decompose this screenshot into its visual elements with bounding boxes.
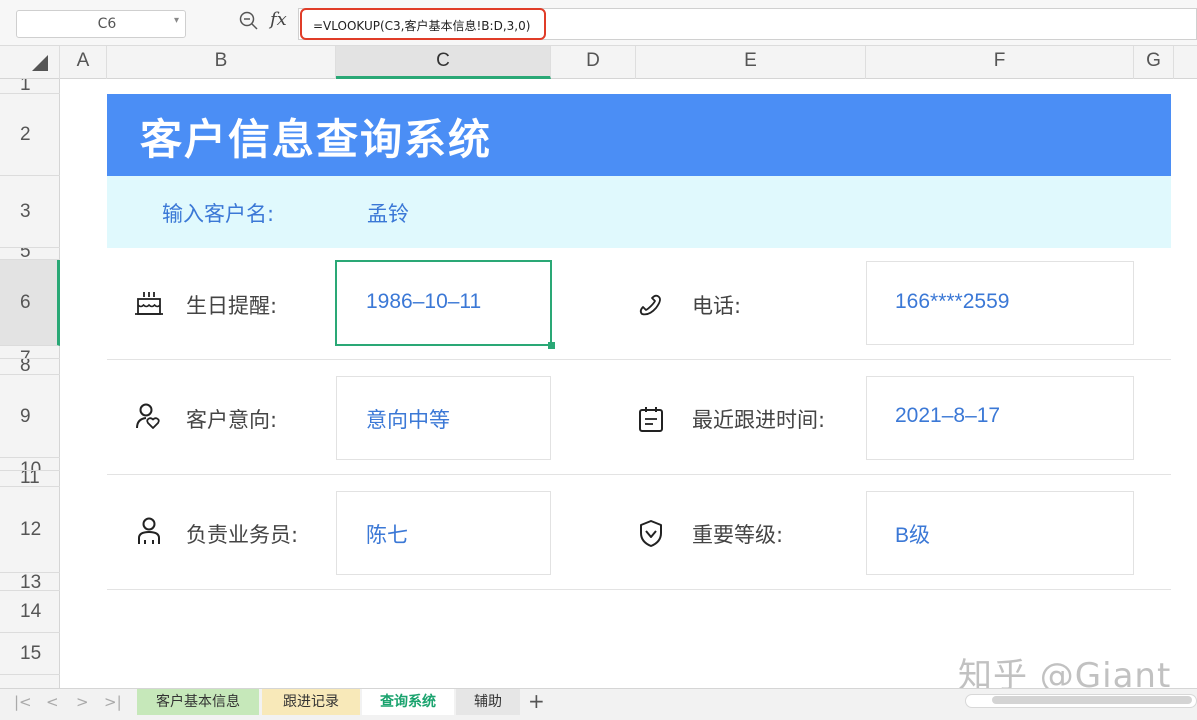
row-header-2[interactable]: 2 bbox=[0, 94, 60, 176]
tab-followup-records[interactable]: 跟进记录 bbox=[262, 689, 360, 715]
row-header-14[interactable]: 14 bbox=[0, 591, 60, 633]
fill-handle[interactable] bbox=[548, 342, 555, 349]
next-sheet-button[interactable]: > bbox=[76, 693, 89, 711]
row-header-12[interactable]: 12 bbox=[0, 487, 60, 573]
column-header-d[interactable]: D bbox=[551, 46, 636, 79]
tab-helper[interactable]: 辅助 bbox=[456, 689, 520, 715]
column-header-bar: A B C D E F G bbox=[0, 46, 1197, 79]
phone-value[interactable]: 166****2559 bbox=[895, 290, 1009, 314]
page-title: 客户信息查询系统 bbox=[140, 115, 493, 164]
row-header-5[interactable]: 5 bbox=[0, 248, 60, 260]
select-all-corner[interactable] bbox=[0, 46, 60, 79]
calendar-icon bbox=[639, 407, 663, 432]
user-heart-icon bbox=[136, 403, 160, 429]
chevron-down-icon[interactable]: ▾ bbox=[174, 15, 179, 26]
last-followup-label: 最近跟进时间: bbox=[692, 408, 826, 432]
prev-sheet-button[interactable]: < bbox=[46, 693, 59, 711]
row-divider bbox=[107, 474, 1171, 475]
last-sheet-button[interactable]: >| bbox=[104, 693, 122, 711]
cell-selection bbox=[335, 260, 552, 346]
add-sheet-button[interactable]: + bbox=[528, 689, 545, 713]
row-header-1[interactable]: 1 bbox=[0, 79, 60, 94]
column-header-a[interactable]: A bbox=[60, 46, 107, 79]
cell-reference: C6 bbox=[97, 16, 117, 32]
phone-label: 电话: bbox=[692, 294, 742, 318]
row-header-8[interactable]: 8 bbox=[0, 359, 60, 375]
intent-value[interactable]: 意向中等 bbox=[366, 404, 450, 434]
function-icon[interactable]: fx bbox=[270, 9, 287, 30]
formula-bar: C6 ▾ fx =VLOOKUP(C3,客户基本信息!B:D,3,0) bbox=[0, 0, 1197, 46]
tab-customer-info[interactable]: 客户基本信息 bbox=[137, 689, 259, 715]
person-icon bbox=[138, 517, 160, 544]
row-header-15[interactable]: 15 bbox=[0, 633, 60, 675]
name-box[interactable]: C6 ▾ bbox=[16, 10, 186, 38]
search-label: 输入客户名: bbox=[162, 202, 275, 226]
row-header-9[interactable]: 9 bbox=[0, 375, 60, 458]
row-header-13[interactable]: 13 bbox=[0, 573, 60, 591]
row-header-3[interactable]: 3 bbox=[0, 176, 60, 248]
phone-icon bbox=[639, 294, 661, 316]
row-header-10[interactable]: 10 bbox=[0, 458, 60, 471]
column-header-c[interactable]: C bbox=[336, 46, 551, 79]
salesperson-value[interactable]: 陈七 bbox=[366, 519, 408, 549]
scrollbar-thumb[interactable] bbox=[992, 696, 1192, 704]
intent-label: 客户意向: bbox=[186, 408, 278, 432]
column-header-f[interactable]: F bbox=[866, 46, 1134, 79]
cake-icon bbox=[135, 292, 163, 315]
tab-query-system[interactable]: 查询系统 bbox=[362, 689, 454, 715]
formula-text[interactable]: =VLOOKUP(C3,客户基本信息!B:D,3,0) bbox=[300, 8, 546, 40]
search-input[interactable]: 孟铃 bbox=[367, 198, 409, 228]
row-header-bar: 1 2 3 5 6 7 8 9 10 11 12 13 14 15 bbox=[0, 79, 60, 688]
row-header-11[interactable]: 11 bbox=[0, 471, 60, 487]
column-header-b[interactable]: B bbox=[107, 46, 336, 79]
importance-value[interactable]: B级 bbox=[895, 519, 930, 549]
zoom-out-icon[interactable] bbox=[238, 10, 260, 32]
last-followup-value[interactable]: 2021–8–17 bbox=[895, 404, 1000, 428]
first-sheet-button[interactable]: |< bbox=[14, 693, 32, 711]
salesperson-label: 负责业务员: bbox=[186, 523, 299, 547]
row-header-7[interactable]: 7 bbox=[0, 346, 60, 359]
row-divider bbox=[107, 589, 1171, 590]
row-header-6[interactable]: 6 bbox=[0, 260, 60, 346]
importance-label: 重要等级: bbox=[692, 523, 784, 547]
column-header-e[interactable]: E bbox=[636, 46, 866, 79]
row-divider bbox=[107, 359, 1171, 360]
sheet-tab-bar: |< < > >| 客户基本信息 跟进记录 查询系统 辅助 + bbox=[0, 688, 1197, 720]
birthday-label: 生日提醒: bbox=[186, 294, 278, 318]
column-header-g[interactable]: G bbox=[1134, 46, 1174, 79]
shield-check-icon bbox=[640, 520, 662, 547]
